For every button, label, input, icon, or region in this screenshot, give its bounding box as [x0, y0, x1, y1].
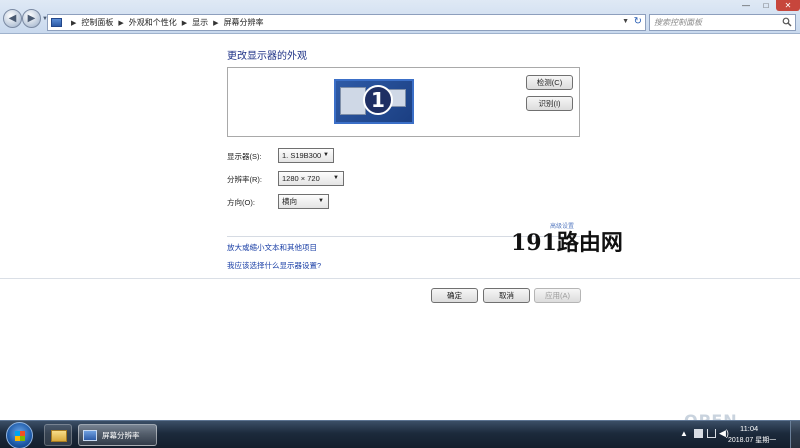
show-desktop-button[interactable]	[790, 421, 800, 448]
breadcrumb-appearance[interactable]: 外观和个性化	[129, 17, 177, 28]
chevron-right-icon[interactable]: ▶	[213, 19, 218, 27]
chevron-down-icon: ▼	[333, 175, 339, 181]
orientation-select[interactable]: 横向 ▼	[278, 194, 329, 209]
display-select[interactable]: 1. S19B300 ▼	[278, 148, 334, 163]
close-button[interactable]: ✕	[776, 0, 800, 11]
folder-icon	[51, 430, 67, 442]
breadcrumb-display[interactable]: 显示	[192, 17, 208, 28]
control-panel-icon	[51, 18, 62, 27]
address-bar[interactable]: ▶ 控制面板 ▶ 外观和个性化 ▶ 显示 ▶ 屏幕分辨率 ▼ ↻	[47, 14, 646, 31]
arrow-right-icon: ▶	[27, 13, 36, 24]
resolution-label: 分辨率(R):	[227, 175, 262, 184]
address-dropdown-icon[interactable]: ▼	[622, 18, 629, 25]
ok-button[interactable]: 确定	[431, 288, 478, 303]
chevron-right-icon[interactable]: ▶	[71, 19, 76, 27]
back-button[interactable]: ◀	[3, 9, 22, 28]
breadcrumb-screen-resolution[interactable]: 屏幕分辨率	[224, 17, 264, 28]
taskbar: 屏幕分辨率 ▲ ◀) 11:04 2018.07 星期一	[0, 420, 800, 448]
display-settings-icon	[83, 429, 97, 441]
search-icon[interactable]	[782, 17, 792, 27]
orientation-select-value: 横向	[282, 197, 297, 206]
resolution-select-value: 1280 × 720	[282, 174, 320, 183]
taskbar-window-button[interactable]: 屏幕分辨率	[78, 424, 157, 446]
address-toolbar: ◀ ▶ ▼ ▶ 控制面板 ▶ 外观和个性化 ▶ 显示 ▶ 屏幕分辨率 ▼ ↻ —…	[0, 0, 800, 34]
forward-button[interactable]: ▶	[22, 9, 41, 28]
text-size-link[interactable]: 放大或缩小文本和其他项目	[227, 242, 317, 253]
chevron-down-icon: ▼	[323, 152, 329, 158]
minimize-button[interactable]: —	[736, 0, 756, 11]
monitor-icon[interactable]: 1	[334, 79, 414, 124]
start-button[interactable]	[6, 422, 33, 448]
maximize-button[interactable]: □	[756, 0, 776, 11]
refresh-icon[interactable]: ↻	[634, 16, 642, 27]
display-select-value: 1. S19B300	[282, 151, 322, 160]
clock-time[interactable]: 11:04	[740, 424, 758, 433]
chevron-right-icon[interactable]: ▶	[182, 19, 187, 27]
page-title: 更改显示器的外观	[227, 51, 307, 62]
taskbar-explorer-button[interactable]	[44, 424, 72, 446]
action-center-icon[interactable]	[694, 429, 703, 438]
watermark-text: 191路由网	[511, 230, 623, 256]
detect-button[interactable]: 检测(C)	[526, 75, 573, 90]
apply-button[interactable]: 应用(A)	[534, 288, 581, 303]
display-label: 显示器(S):	[227, 152, 262, 161]
identify-button[interactable]: 识别(I)	[526, 96, 573, 111]
monitor-number-badge: 1	[363, 85, 393, 115]
breadcrumb-control-panel[interactable]: 控制面板	[81, 17, 113, 28]
monitor-preview-panel: 1 检测(C) 识别(I)	[227, 67, 580, 137]
chevron-right-icon[interactable]: ▶	[118, 19, 123, 27]
clock-date[interactable]: 2018.07 星期一	[728, 435, 776, 445]
chevron-down-icon: ▼	[318, 198, 324, 204]
tray-expand-icon[interactable]: ▲	[680, 429, 688, 438]
search-box[interactable]	[649, 14, 796, 31]
which-settings-link[interactable]: 我应该选择什么显示器设置?	[227, 260, 321, 271]
resolution-select[interactable]: 1280 × 720 ▼	[278, 171, 344, 186]
orientation-label: 方向(O):	[227, 198, 255, 207]
divider	[0, 278, 800, 279]
cancel-button[interactable]: 取消	[483, 288, 530, 303]
taskbar-window-title: 屏幕分辨率	[102, 430, 140, 440]
arrow-left-icon: ◀	[8, 13, 17, 24]
network-icon[interactable]	[707, 429, 716, 438]
search-input[interactable]	[654, 18, 779, 27]
